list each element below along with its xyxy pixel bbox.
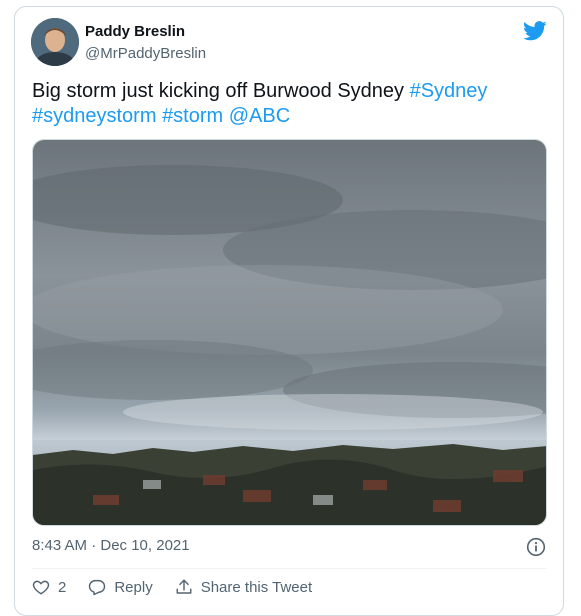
tweet-text: Big storm just kicking off Burwood Sydne…	[32, 79, 547, 129]
reply-button[interactable]: Reply	[88, 578, 153, 596]
hashtag-storm[interactable]: #storm	[162, 105, 223, 127]
like-count: 2	[58, 578, 67, 596]
storm-clouds-image	[33, 140, 546, 525]
tweet-photo[interactable]	[32, 139, 547, 526]
heart-icon	[32, 580, 50, 595]
tweet-body: Big storm just kicking off Burwood Sydne…	[32, 80, 410, 102]
tweet-card: Paddy Breslin @MrPaddyBreslin Big storm …	[14, 6, 564, 616]
author-name[interactable]: Paddy Breslin	[85, 23, 185, 40]
like-button[interactable]: 2	[32, 578, 66, 596]
tweet-actions: 2 Reply Share this Tweet	[32, 575, 334, 599]
author-handle[interactable]: @MrPaddyBreslin	[85, 45, 206, 62]
reply-label: Reply	[114, 578, 153, 596]
hashtag-sydney[interactable]: #Sydney	[410, 80, 488, 102]
info-icon[interactable]	[526, 537, 546, 557]
avatar[interactable]	[31, 18, 79, 66]
mention-abc[interactable]: @ABC	[229, 105, 290, 127]
share-icon	[176, 579, 192, 594]
hashtag-sydneystorm[interactable]: #sydneystorm	[32, 105, 157, 127]
share-button[interactable]: Share this Tweet	[175, 578, 312, 596]
reply-icon	[89, 579, 106, 596]
divider	[32, 568, 547, 569]
share-label: Share this Tweet	[200, 578, 313, 596]
tweet-timestamp[interactable]: 8:43 AM · Dec 10, 2021	[32, 537, 190, 554]
twitter-bird-icon[interactable]	[523, 21, 547, 41]
